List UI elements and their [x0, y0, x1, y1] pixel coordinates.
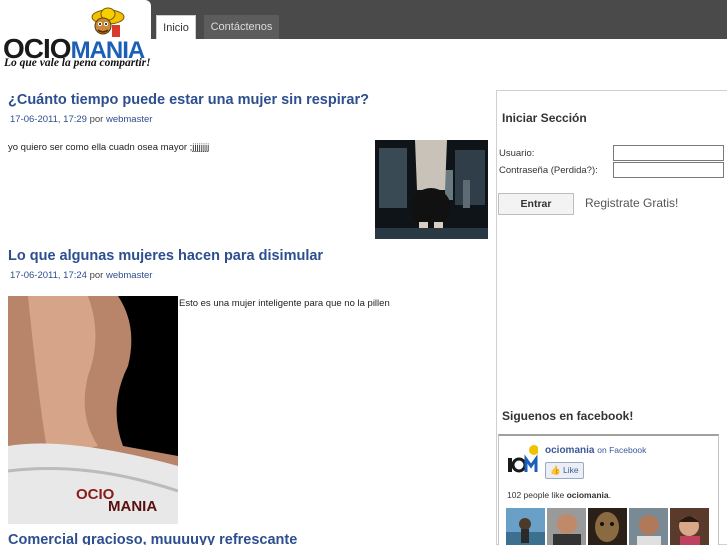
ociomania-logo-icon — [506, 444, 538, 476]
video-still-image — [375, 140, 488, 239]
post-meta-1: 17-06-2011, 17:29 por webmaster — [10, 114, 153, 125]
fan-avatar[interactable] — [506, 508, 545, 545]
fan-avatar[interactable] — [670, 508, 709, 545]
register-link[interactable]: Registrate Gratis! — [585, 196, 678, 210]
facebook-like-box: ociomania on Facebook 👍 Like 102 people … — [498, 434, 719, 545]
password-label: Contraseña (Perdida?): — [499, 165, 598, 176]
post-title-3[interactable]: Comercial gracioso, muuuuyy refrescante — [8, 532, 297, 545]
post-date: 17-06-2011, 17:29 — [10, 114, 87, 125]
tab-contactenos[interactable]: Contáctenos — [204, 15, 279, 39]
post-body-2: Esto es una mujer inteligente para que n… — [179, 298, 390, 309]
username-label: Usuario: — [499, 148, 535, 159]
tab-inicio[interactable]: Inicio — [156, 15, 196, 39]
facebook-like-count: 102 people like ociomania. — [507, 490, 611, 500]
thumbs-up-icon: 👍 — [550, 465, 561, 475]
logo-tagline: Lo que vale la pena compartir! — [4, 57, 151, 69]
facebook-page-avatar[interactable] — [506, 444, 538, 476]
site-logo[interactable]: OCIOMANIA Lo que vale la pena compartir! — [0, 0, 151, 75]
post-thumbnail-1[interactable] — [375, 140, 488, 239]
post-image-2[interactable]: OCIO MANIA — [8, 296, 178, 524]
password-input[interactable] — [613, 162, 724, 178]
post-date: 17-06-2011, 17:24 — [10, 270, 87, 281]
photo-image: OCIO MANIA — [8, 296, 178, 524]
post-body-1: yo quiero ser como ella cuadn osea mayor… — [8, 142, 210, 153]
login-button[interactable]: Entrar — [498, 193, 574, 215]
fan-avatar[interactable] — [588, 508, 627, 545]
post-meta-2: 17-06-2011, 17:24 por webmaster — [10, 270, 153, 281]
post-author-link[interactable]: webmaster — [106, 270, 152, 281]
facebook-like-button[interactable]: 👍 Like — [545, 462, 584, 479]
fan-avatar[interactable] — [547, 508, 586, 545]
post-title-1[interactable]: ¿Cuánto tiempo puede estar una mujer sin… — [8, 92, 369, 108]
post-title-2[interactable]: Lo que algunas mujeres hacen para disimu… — [8, 248, 323, 264]
login-title: Iniciar Sección — [502, 111, 587, 125]
facebook-title: Siguenos en facebook! — [502, 409, 634, 423]
sidebar: Iniciar Sección Usuario: Contraseña (Per… — [496, 90, 727, 545]
post-author-link[interactable]: webmaster — [106, 114, 152, 125]
facebook-page-name[interactable]: ociomania on Facebook — [545, 445, 646, 456]
username-input[interactable] — [613, 145, 724, 161]
watermark-mania: MANIA — [108, 498, 157, 515]
fan-avatar[interactable] — [629, 508, 668, 545]
